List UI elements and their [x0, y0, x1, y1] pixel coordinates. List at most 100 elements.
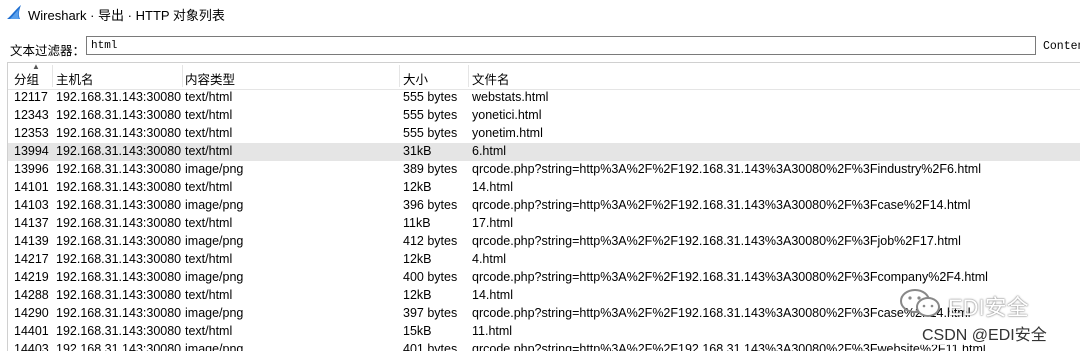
- row-hostname: 192.168.31.143:30080: [56, 270, 182, 284]
- row-content-type: text/html: [185, 108, 233, 122]
- row-content-type: text/html: [185, 288, 233, 302]
- row-packet: 12353: [14, 126, 49, 140]
- row-packet: 12117: [14, 90, 48, 104]
- row-size: 555 bytes: [403, 126, 458, 140]
- text-filter-label: 文本过滤器：: [10, 44, 86, 58]
- row-hostname: 192.168.31.143:30080: [56, 324, 182, 338]
- row-size: 11kB: [403, 216, 431, 230]
- row-hostname: 192.168.31.143:30080: [56, 90, 182, 104]
- column-divider[interactable]: [399, 65, 400, 87]
- column-header-size[interactable]: 大小: [403, 69, 428, 88]
- column-header-packet[interactable]: 分组: [14, 69, 39, 88]
- row-packet: 13996: [14, 162, 49, 176]
- row-content-type: image/png: [185, 198, 244, 212]
- row-filename: 11.html: [472, 324, 513, 338]
- row-filename: qrcode.php?string=http%3A%2F%2F192.168.3…: [472, 162, 981, 176]
- row-content-type: text/html: [185, 90, 233, 104]
- table-row[interactable]: 12117 192.168.31.143:30080 text/html 555 by…: [8, 89, 1080, 107]
- row-packet: 14288: [14, 288, 49, 302]
- row-packet: 14401: [14, 324, 49, 338]
- column-divider[interactable]: [182, 65, 183, 87]
- row-hostname: 192.168.31.143:30080: [56, 252, 182, 266]
- row-packet: 14103: [14, 198, 49, 212]
- row-content-type: image/png: [185, 234, 244, 248]
- row-hostname: 192.168.31.143:30080: [56, 108, 182, 122]
- filter-bar: 文本过滤器： Conten: [0, 34, 1080, 60]
- table-row[interactable]: 13996 192.168.31.143:30080 image/png 389 by…: [8, 161, 1080, 179]
- row-filename: 14.html: [472, 288, 513, 302]
- row-size: 400 bytes: [403, 270, 458, 284]
- table-row[interactable]: 14101 192.168.31.143:30080 text/html 12kB 14…: [8, 179, 1080, 197]
- row-size: 31kB: [403, 144, 432, 158]
- row-packet: 12343: [14, 108, 49, 122]
- row-packet: 13994: [14, 144, 49, 158]
- watermark-title: EDI安全: [948, 295, 1029, 320]
- wechat-icon: [898, 288, 944, 323]
- row-size: 555 bytes: [403, 108, 458, 122]
- table-row[interactable]: 14103 192.168.31.143:30080 image/png 396 by…: [8, 197, 1080, 215]
- row-content-type: image/png: [185, 306, 244, 320]
- row-content-type: text/html: [185, 126, 233, 140]
- row-size: 12kB: [403, 252, 432, 266]
- watermark-credit: CSDN @EDI安全: [920, 321, 1049, 345]
- watermark: EDI安全 CSDN @EDI安全: [898, 288, 1080, 350]
- row-filename: 14.html: [472, 180, 513, 194]
- column-divider[interactable]: [52, 65, 53, 87]
- row-filename: 17.html: [472, 216, 513, 230]
- table-row[interactable]: 12343 192.168.31.143:30080 text/html 555 by…: [8, 107, 1080, 125]
- title-bar: Wireshark · 导出 · HTTP 对象列表: [0, 0, 1080, 26]
- row-content-type: text/html: [185, 180, 233, 194]
- row-hostname: 192.168.31.143:30080: [56, 234, 182, 248]
- row-content-type: image/png: [185, 162, 244, 176]
- row-filename: 6.html: [472, 144, 507, 158]
- column-header-hostname[interactable]: 主机名: [56, 69, 94, 88]
- row-packet: 14217: [14, 252, 49, 266]
- row-filename: qrcode.php?string=http%3A%2F%2F192.168.3…: [472, 270, 988, 284]
- row-size: 12kB: [403, 288, 432, 302]
- window-title: Wireshark · 导出 · HTTP 对象列表: [28, 8, 225, 23]
- row-packet: 14290: [14, 306, 49, 320]
- column-header-content-type[interactable]: 内容类型: [185, 69, 235, 88]
- row-content-type: text/html: [185, 252, 233, 266]
- row-size: 15kB: [403, 324, 432, 338]
- row-packet: 14139: [14, 234, 49, 248]
- row-content-type: text/html: [185, 144, 233, 158]
- row-hostname: 192.168.31.143:30080: [56, 288, 182, 302]
- row-hostname: 192.168.31.143:30080: [56, 198, 182, 212]
- row-packet: 14137: [14, 216, 49, 230]
- row-filename: qrcode.php?string=http%3A%2F%2F192.168.3…: [472, 306, 971, 320]
- row-content-type: text/html: [185, 324, 233, 338]
- row-size: 397 bytes: [403, 306, 458, 320]
- row-hostname: 192.168.31.143:30080: [56, 126, 182, 140]
- row-content-type: image/png: [185, 270, 244, 284]
- column-divider[interactable]: [468, 65, 469, 87]
- list-header: ▲ 分组 主机名 内容类型 大小 文件名: [8, 63, 1080, 90]
- row-packet: 14219: [14, 270, 49, 284]
- column-header-filename[interactable]: 文件名: [472, 69, 510, 88]
- row-hostname: 192.168.31.143:30080: [56, 216, 182, 230]
- row-size: 412 bytes: [403, 234, 458, 248]
- row-hostname: 192.168.31.143:30080: [56, 180, 182, 194]
- row-filename: yonetici.html: [472, 108, 542, 122]
- table-row[interactable]: 13994 192.168.31.143:30080 text/html 31kB 6.…: [8, 143, 1080, 161]
- row-packet: 14101: [14, 180, 49, 194]
- content-type-label: Conten: [1043, 40, 1080, 53]
- row-filename: 4.html: [472, 252, 507, 266]
- row-size: 555 bytes: [403, 90, 458, 104]
- row-content-type: text/html: [185, 216, 233, 230]
- table-row[interactable]: 14219 192.168.31.143:30080 image/png 400 by…: [8, 269, 1080, 287]
- table-row[interactable]: 14217 192.168.31.143:30080 text/html 12kB 4.…: [8, 251, 1080, 269]
- row-size: 396 bytes: [403, 198, 458, 212]
- wireshark-fin-icon: [6, 4, 24, 23]
- row-hostname: 192.168.31.143:30080: [56, 144, 182, 158]
- text-filter-input[interactable]: [86, 36, 1036, 55]
- table-row[interactable]: 12353 192.168.31.143:30080 text/html 555 by…: [8, 125, 1080, 143]
- row-hostname: 192.168.31.143:30080: [56, 306, 182, 320]
- row-hostname: 192.168.31.143:30080: [56, 162, 182, 176]
- table-row[interactable]: 14137 192.168.31.143:30080 text/html 11kB 17…: [8, 215, 1080, 233]
- table-row[interactable]: 14139 192.168.31.143:30080 image/png 412 by…: [8, 233, 1080, 251]
- row-filename: yonetim.html: [472, 126, 543, 140]
- row-size: 12kB: [403, 180, 432, 194]
- row-size: 389 bytes: [403, 162, 458, 176]
- row-filename: qrcode.php?string=http%3A%2F%2F192.168.3…: [472, 234, 961, 248]
